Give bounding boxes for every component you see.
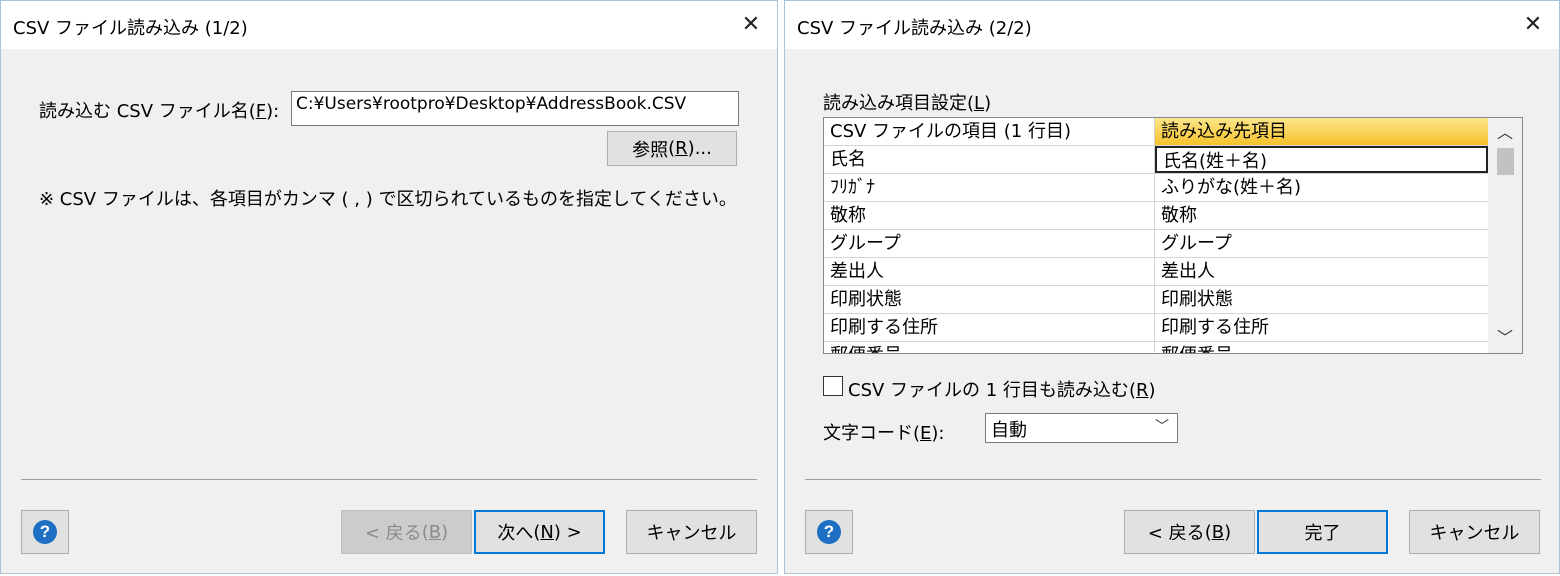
import-settings-text: 読み込み項目設定	[823, 93, 967, 114]
back-label: < 戻る	[364, 523, 422, 544]
target-field-cell[interactable]: 印刷する住所	[1155, 314, 1488, 341]
grid-scrollbar[interactable]: ︿ ﹀	[1488, 118, 1522, 353]
read-first-row-mnemonic: R	[1135, 380, 1149, 401]
import-settings-label: 読み込み項目設定(L)	[823, 93, 992, 114]
target-field-cell[interactable]: ふりがな(姓＋名)	[1155, 174, 1488, 201]
target-field-cell[interactable]: 郵便番号	[1155, 342, 1488, 353]
help-icon: ?	[33, 520, 57, 544]
dialog-title: CSV ファイル読み込み (1/2)	[13, 18, 248, 39]
next-mnemonic: N	[540, 521, 554, 543]
table-row[interactable]: 郵便番号 郵便番号	[824, 342, 1488, 353]
browse-mnemonic: R	[675, 138, 688, 159]
encoding-selected-value: 自動	[991, 420, 1027, 441]
source-field-cell: 差出人	[824, 258, 1155, 285]
table-row[interactable]: 印刷する住所 印刷する住所	[824, 314, 1488, 342]
read-first-row-checkbox[interactable]	[823, 376, 843, 396]
target-field-cell[interactable]: グループ	[1155, 230, 1488, 257]
browse-label: 参照	[632, 139, 669, 161]
table-row[interactable]: グループ グループ	[824, 230, 1488, 258]
encoding-label-text: 文字コード	[823, 423, 913, 444]
table-row[interactable]: 差出人 差出人	[824, 258, 1488, 286]
target-field-cell[interactable]: 印刷状態	[1155, 286, 1488, 313]
read-first-row-text: CSV ファイルの 1 行目も読み込む	[848, 380, 1129, 401]
chevron-down-icon: ﹀	[1155, 419, 1169, 435]
dialog-title: CSV ファイル読み込み (2/2)	[797, 18, 1032, 39]
source-field-cell: 印刷状態	[824, 286, 1155, 313]
help-icon: ?	[817, 520, 841, 544]
finish-button[interactable]: 完了	[1257, 510, 1388, 554]
source-field-cell: 氏名	[824, 146, 1155, 173]
grid-header-target: 読み込み先項目	[1155, 118, 1488, 145]
csv-import-dialog-step2: CSV ファイル読み込み (2/2) ✕ 読み込み項目設定(L) CSV ファイ…	[784, 0, 1560, 574]
import-settings-mnemonic: L	[974, 93, 985, 114]
table-row[interactable]: 敬称 敬称	[824, 202, 1488, 230]
scroll-up-icon[interactable]: ︿	[1488, 118, 1522, 148]
read-first-row-label[interactable]: CSV ファイルの 1 行目も読み込む(R)	[848, 376, 1156, 402]
scroll-thumb[interactable]	[1497, 148, 1514, 175]
title-bar: CSV ファイル読み込み (2/2) ✕	[785, 1, 1559, 49]
close-icon[interactable]: ✕	[1519, 11, 1547, 39]
grid-header-row: CSV ファイルの項目 (1 行目) 読み込み先項目	[824, 118, 1488, 146]
cancel-button[interactable]: キャンセル	[626, 510, 757, 554]
back-label: < 戻る	[1147, 523, 1205, 544]
close-icon[interactable]: ✕	[737, 11, 765, 39]
grid-header-source: CSV ファイルの項目 (1 行目)	[824, 118, 1155, 145]
target-field-cell[interactable]: 差出人	[1155, 258, 1488, 285]
field-mapping-grid[interactable]: CSV ファイルの項目 (1 行目) 読み込み先項目 氏名 氏名(姓＋名) ﾌﾘ…	[823, 117, 1523, 354]
back-button[interactable]: < 戻る(B)	[1124, 510, 1255, 554]
next-button[interactable]: 次へ(N) >	[474, 510, 605, 554]
browse-button[interactable]: 参照(R)...	[607, 131, 737, 166]
table-row[interactable]: 氏名 氏名(姓＋名)	[824, 146, 1488, 174]
next-label: 次へ	[497, 523, 534, 544]
encoding-label: 文字コード(E):	[823, 423, 945, 444]
table-row[interactable]: ﾌﾘｶﾞﾅ ふりがな(姓＋名)	[824, 174, 1488, 202]
source-field-cell: 印刷する住所	[824, 314, 1155, 341]
file-path-input[interactable]: C:¥Users¥rootpro¥Desktop¥AddressBook.CSV	[291, 91, 739, 126]
footer-separator	[21, 479, 757, 480]
source-field-cell: グループ	[824, 230, 1155, 257]
back-mnemonic: B	[428, 521, 442, 543]
source-field-cell: ﾌﾘｶﾞﾅ	[824, 174, 1155, 201]
title-bar: CSV ファイル読み込み (1/2) ✕	[1, 1, 777, 49]
csv-import-dialog-step1: CSV ファイル読み込み (1/2) ✕ 読み込む CSV ファイル名(F): …	[0, 0, 778, 574]
file-name-label: 読み込む CSV ファイル名(F):	[39, 101, 280, 122]
footer-separator	[805, 479, 1541, 480]
target-field-cell[interactable]: 敬称	[1155, 202, 1488, 229]
file-name-mnemonic: F	[255, 101, 267, 122]
encoding-select[interactable]: 自動 ﹀	[985, 413, 1178, 443]
back-button[interactable]: < 戻る(B)	[341, 510, 472, 554]
table-row[interactable]: 印刷状態 印刷状態	[824, 286, 1488, 314]
encoding-mnemonic: E	[920, 423, 932, 444]
csv-format-note: ※ CSV ファイルは、各項目がカンマ ( , ) で区切られているものを指定し…	[39, 189, 737, 210]
help-button[interactable]: ?	[21, 510, 69, 554]
source-field-cell: 敬称	[824, 202, 1155, 229]
scroll-down-icon[interactable]: ﹀	[1488, 323, 1522, 353]
back-mnemonic: B	[1211, 521, 1225, 543]
file-name-label-text: 読み込む CSV ファイル名	[39, 101, 249, 122]
target-field-cell[interactable]: 氏名(姓＋名)	[1155, 146, 1488, 173]
help-button[interactable]: ?	[805, 510, 853, 554]
cancel-button[interactable]: キャンセル	[1409, 510, 1540, 554]
source-field-cell: 郵便番号	[824, 342, 1155, 353]
